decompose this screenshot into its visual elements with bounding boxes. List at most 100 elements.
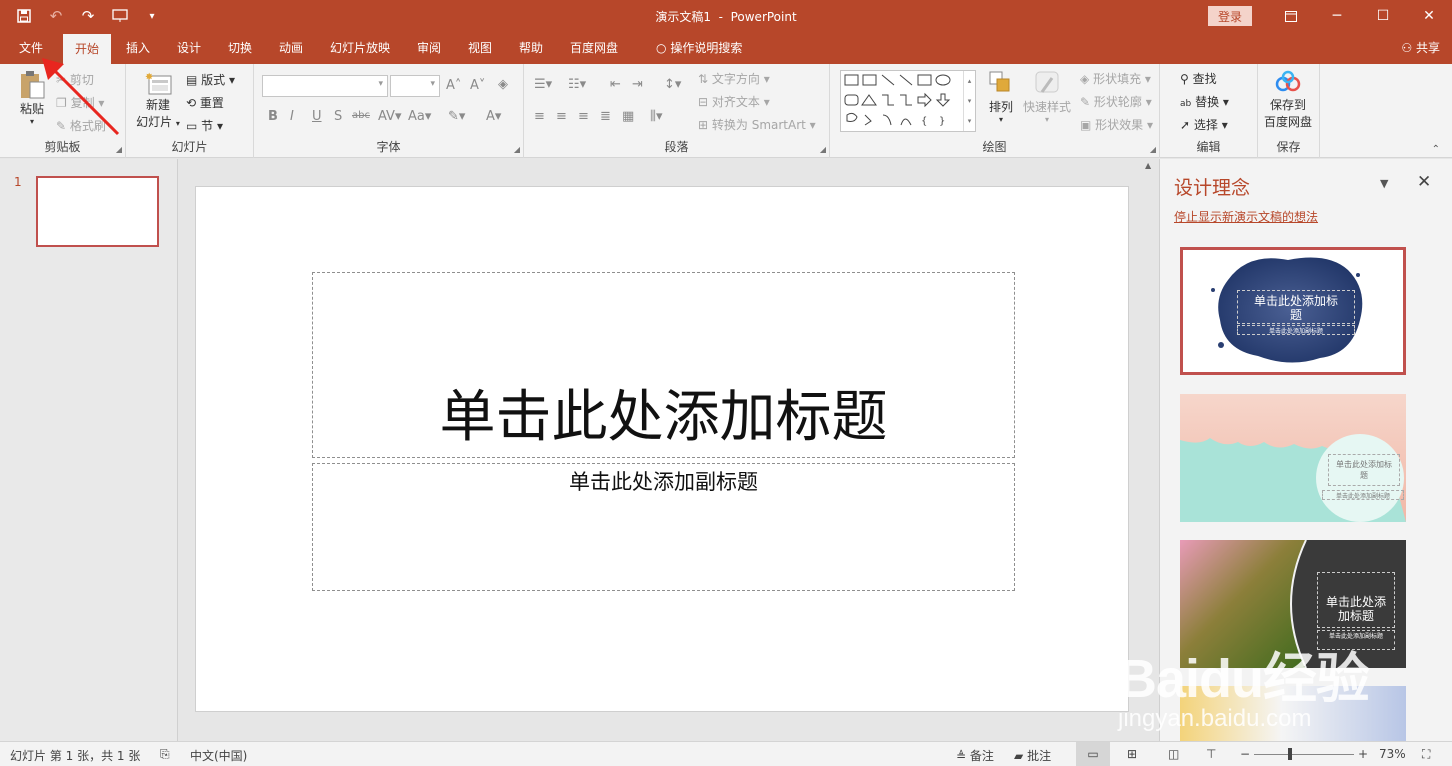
design-idea-3[interactable]: 单击此处添 加标题 单击此处添加副标题 (1180, 540, 1406, 668)
change-case-icon[interactable]: Aa▾ (408, 109, 431, 124)
highlight-color-icon[interactable]: ✎▾ (448, 109, 465, 124)
zoom-slider-thumb[interactable] (1288, 748, 1292, 760)
numbering-icon[interactable]: ☷▾ (568, 77, 586, 92)
close-pane-icon[interactable]: ✕ (1417, 172, 1431, 192)
distributed-icon[interactable]: ▦ (622, 109, 634, 124)
fit-to-window-icon[interactable]: ⛶ (1422, 747, 1430, 762)
font-size-combo[interactable] (390, 75, 440, 97)
tab-design[interactable]: 设计 (165, 32, 213, 64)
zoom-level[interactable]: 73% (1379, 747, 1406, 761)
underline-icon[interactable]: U (312, 109, 322, 124)
reading-view-icon[interactable]: ◫ (1168, 747, 1179, 761)
slideshow-view-icon[interactable]: ⊤ (1206, 747, 1216, 761)
tab-transitions[interactable]: 切换 (216, 32, 264, 64)
slide-sorter-icon[interactable]: ⊞ (1127, 747, 1137, 761)
ribbon-display-options-icon[interactable] (1268, 0, 1314, 32)
new-slide-button[interactable]: ✸ 新建 幻灯片 ▾ (134, 70, 182, 130)
section-button[interactable]: ▭ 节 ▾ (186, 117, 223, 134)
tab-view[interactable]: 视图 (456, 32, 504, 64)
group-font: A˄ A˅ ◈ B I U S abc AV▾ Aa▾ ✎▾ A▾ 字体 ◢ (254, 64, 524, 158)
slide[interactable]: 单击此处添加标题 单击此处添加副标题 (195, 186, 1129, 712)
collapse-ribbon-icon[interactable]: ⌃ (1432, 144, 1440, 155)
share-button[interactable]: ⚇ 共享 (1401, 32, 1440, 64)
tab-help[interactable]: 帮助 (507, 32, 555, 64)
line-spacing-icon[interactable]: ↕▾ (664, 77, 681, 92)
stop-showing-ideas-link[interactable]: 停止显示新演示文稿的想法 (1174, 208, 1318, 225)
group-label-paragraph: 段落 (664, 140, 689, 154)
convert-smartart-button[interactable]: ⊞ 转换为 SmartArt ▾ (698, 116, 816, 133)
minimize-icon[interactable]: ─ (1314, 0, 1360, 32)
layout-button[interactable]: ▤ 版式 ▾ (186, 71, 235, 88)
zoom-out-icon[interactable]: − (1240, 747, 1250, 761)
clear-formatting-icon[interactable]: ◈ (498, 77, 508, 92)
shape-fill-button[interactable]: ◈ 形状填充 ▾ (1080, 70, 1151, 87)
tab-animations[interactable]: 动画 (267, 32, 315, 64)
bullets-icon[interactable]: ☰▾ (534, 77, 552, 92)
align-right-icon[interactable]: ≡ (578, 109, 589, 124)
redo-icon[interactable]: ↷ (74, 4, 102, 28)
paragraph-launcher-icon[interactable]: ◢ (820, 145, 826, 154)
shape-effects-button[interactable]: ▣ 形状效果 ▾ (1080, 116, 1153, 133)
text-shadow-icon[interactable]: S (334, 109, 342, 124)
tab-slideshow[interactable]: 幻灯片放映 (318, 32, 402, 64)
undo-icon[interactable]: ↶ (42, 4, 70, 28)
shapes-gallery[interactable]: {} ▴ ▾ ▾ (840, 70, 976, 132)
quick-access-toolbar: ↶ ↷ ▾ (10, 4, 166, 28)
language-indicator[interactable]: 中文(中国) (190, 747, 247, 764)
decrease-indent-icon[interactable]: ⇤ (610, 77, 621, 92)
reset-button[interactable]: ⟲ 重置 (186, 94, 224, 111)
slide-thumbnail[interactable] (36, 176, 159, 247)
title-placeholder[interactable]: 单击此处添加标题 (312, 272, 1015, 458)
increase-font-size-icon[interactable]: A˄ (446, 78, 461, 93)
align-left-icon[interactable]: ≡ (534, 109, 545, 124)
justify-icon[interactable]: ≣ (600, 109, 611, 124)
select-button[interactable]: ➚ 选择 ▾ (1180, 116, 1228, 133)
italic-icon[interactable]: I (290, 109, 294, 124)
character-spacing-icon[interactable]: AV▾ (378, 109, 401, 124)
close-window-icon[interactable]: ✕ (1406, 0, 1452, 32)
design-idea-4-partial[interactable] (1180, 686, 1406, 741)
design-idea-1[interactable]: 单击此处添加标题 单击此处添加副标题 (1180, 247, 1406, 375)
quick-styles-button[interactable]: 快速样式 ▾ (1022, 70, 1072, 124)
annotation-arrow (42, 58, 120, 136)
tell-me-search[interactable]: ○ 操作说明搜索 (644, 32, 754, 64)
zoom-slider[interactable] (1254, 754, 1354, 755)
accessibility-icon[interactable]: ⎘ (160, 747, 170, 762)
find-button[interactable]: ⚲ 查找 (1180, 70, 1217, 87)
font-launcher-icon[interactable]: ◢ (514, 145, 520, 154)
canvas-scrollbar[interactable]: ▲ (1141, 159, 1158, 741)
save-to-baidu-button[interactable]: 保存到 百度网盘 (1258, 70, 1318, 130)
login-button[interactable]: 登录 (1208, 6, 1252, 26)
normal-view-icon[interactable]: ▭ (1076, 742, 1110, 766)
maximize-icon[interactable]: ☐ (1360, 0, 1406, 32)
save-icon[interactable] (10, 4, 38, 28)
columns-icon[interactable]: ⫼▾ (650, 109, 663, 124)
tab-review[interactable]: 审阅 (405, 32, 453, 64)
replace-button[interactable]: ab 替换 ▾ (1180, 93, 1229, 110)
design-idea-2[interactable]: 单击此处添加标题 单击此处添加副标题 (1180, 394, 1406, 522)
group-paragraph: ☰▾ ☷▾ ⇤ ⇥ ↕▾ ⇅ 文字方向 ▾ ⊟ 对齐文本 ▾ ⊞ 转换为 Sma… (524, 64, 830, 158)
present-from-start-icon[interactable] (106, 4, 134, 28)
clipboard-launcher-icon[interactable]: ◢ (116, 145, 122, 154)
font-color-icon[interactable]: A▾ (486, 109, 501, 124)
increase-indent-icon[interactable]: ⇥ (632, 77, 643, 92)
align-text-button[interactable]: ⊟ 对齐文本 ▾ (698, 93, 770, 110)
strikethrough-icon[interactable]: abc (352, 110, 370, 121)
subtitle-placeholder[interactable]: 单击此处添加副标题 (312, 463, 1015, 591)
shapes-scroll-icon[interactable]: ▴ ▾ ▾ (963, 71, 975, 131)
scroll-up-icon[interactable]: ▲ (1145, 161, 1151, 170)
text-direction-button[interactable]: ⇅ 文字方向 ▾ (698, 70, 770, 87)
bold-icon[interactable]: B (268, 109, 278, 124)
arrange-button[interactable]: 排列 ▾ (984, 70, 1018, 124)
font-family-combo[interactable] (262, 75, 388, 97)
tab-baidu-netdisk[interactable]: 百度网盘 (558, 32, 630, 64)
decrease-font-size-icon[interactable]: A˅ (470, 78, 485, 93)
notes-button[interactable]: ≜ 备注 (956, 747, 994, 764)
zoom-in-icon[interactable]: + (1358, 747, 1368, 761)
customize-qat-icon[interactable]: ▾ (138, 4, 166, 28)
comments-button[interactable]: ▰ 批注 (1014, 747, 1051, 764)
shape-outline-button[interactable]: ✎ 形状轮廓 ▾ (1080, 93, 1152, 110)
pane-options-icon[interactable]: ▼ (1380, 177, 1388, 190)
align-center-icon[interactable]: ≡ (556, 109, 567, 124)
drawing-launcher-icon[interactable]: ◢ (1150, 145, 1156, 154)
